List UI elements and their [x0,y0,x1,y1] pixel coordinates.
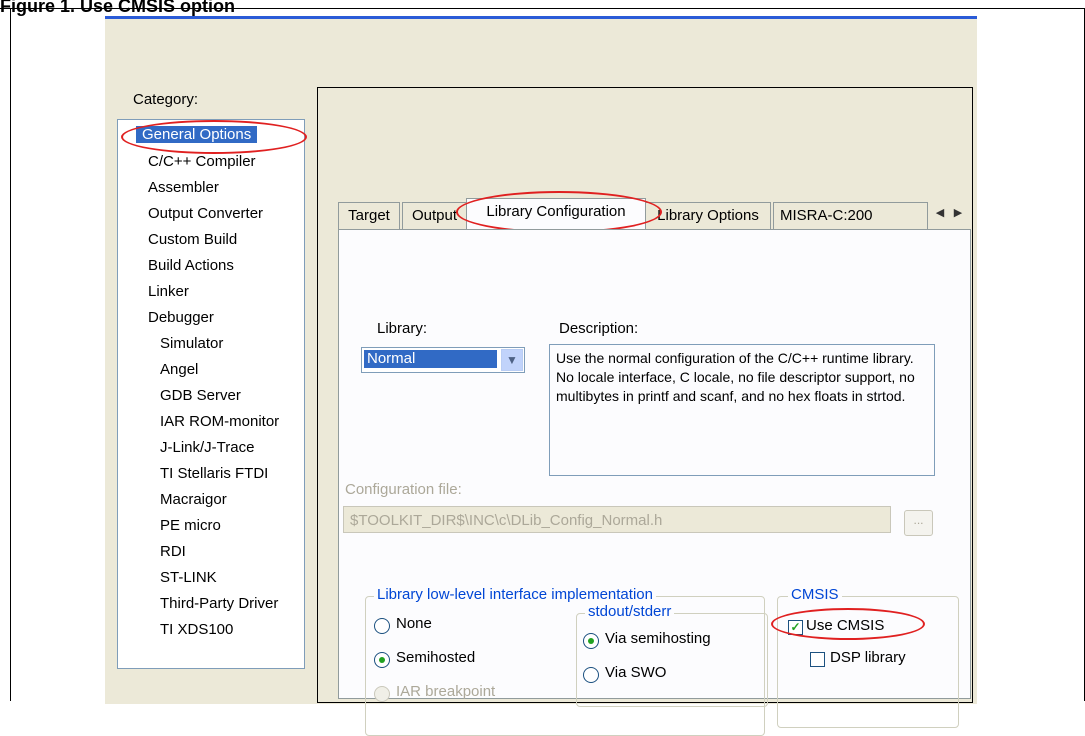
category-item-angel[interactable]: Angel [160,361,198,378]
radio-via-swo-label: Via SWO [605,664,667,681]
tab-library-options[interactable]: Library Options [645,202,771,230]
category-item-build-actions[interactable]: Build Actions [148,257,234,274]
category-item-ti-stellaris-ftdi[interactable]: TI Stellaris FTDI [160,465,268,482]
dsp-library-label: DSP library [830,649,906,666]
stdout-group: stdout/stderr Via semihosting Via SWO [576,603,768,707]
radio-iar-breakpoint [374,686,390,702]
tab-misra-c[interactable]: MISRA-C:200 [773,202,928,229]
radio-none[interactable] [374,618,390,634]
chevron-down-icon[interactable]: ▼ [501,349,523,371]
lowlevel-group-legend: Library low-level interface implementati… [374,586,656,603]
category-item-simulator[interactable]: Simulator [160,335,223,352]
category-item-ti-xds100[interactable]: TI XDS100 [160,621,233,638]
library-label: Library: [377,320,428,337]
configuration-file-label: Configuration file: [345,481,462,498]
description-text: Use the normal configuration of the C/C+… [549,344,935,476]
radio-semihosted[interactable] [374,652,390,668]
category-label: Category: [133,91,199,108]
stdout-group-legend: stdout/stderr [585,603,675,620]
category-list[interactable]: General Options C/C++ Compiler Assembler… [117,119,305,669]
tab-target[interactable]: Target [338,202,400,230]
category-item-third-party-driver[interactable]: Third-Party Driver [160,595,278,612]
description-label: Description: [559,320,639,337]
radio-none-label: None [396,615,432,632]
radio-via-semihosting-label: Via semihosting [605,630,711,647]
chevron-right-icon[interactable]: ▶ [949,206,967,219]
cmsis-group-legend: CMSIS [788,586,842,603]
configuration-file-field: $TOOLKIT_DIR$\INC\c\DLib_Config_Normal.h [343,506,891,533]
category-item-linker[interactable]: Linker [148,283,189,300]
chevron-left-icon[interactable]: ◀ [931,206,949,219]
annotation-ellipse-use-cmsis [771,608,925,640]
browse-button: ... [904,510,933,536]
library-select[interactable]: Normal ▼ [361,347,525,373]
category-item-output-converter[interactable]: Output Converter [148,205,263,222]
category-item-assembler[interactable]: Assembler [148,179,219,196]
tab-scroll-buttons: ◀ ▶ [931,206,971,226]
radio-via-semihosting[interactable] [583,633,599,649]
library-select-value: Normal [364,350,497,368]
category-item-c-cpp-compiler[interactable]: C/C++ Compiler [148,153,256,170]
category-item-pe-micro[interactable]: PE micro [160,517,221,534]
category-item-debugger[interactable]: Debugger [148,309,214,326]
annotation-ellipse-general-options [121,120,307,154]
radio-via-swo[interactable] [583,667,599,683]
dsp-library-checkbox[interactable] [810,652,825,667]
library-configuration-page: Library: Normal ▼ Description: Use the n… [338,229,971,736]
lowlevel-group: Library low-level interface implementati… [365,586,768,736]
options-panel: Target Output Library Configuration Libr… [317,87,973,736]
category-item-st-link[interactable]: ST-LINK [160,569,217,586]
radio-iar-breakpoint-label: IAR breakpoint [396,683,496,700]
radio-semihosted-label: Semihosted [396,649,476,666]
category-item-jlink-jtrace[interactable]: J-Link/J-Trace [160,439,254,456]
category-item-rdi[interactable]: RDI [160,543,186,560]
category-item-iar-rom-monitor[interactable]: IAR ROM-monitor [160,413,279,430]
options-dialog: Category: General Options C/C++ Compiler… [105,16,977,736]
category-item-custom-build[interactable]: Custom Build [148,231,237,248]
annotation-ellipse-library-configuration [456,191,662,233]
category-item-macraigor[interactable]: Macraigor [160,491,227,508]
category-item-gdb-server[interactable]: GDB Server [160,387,241,404]
